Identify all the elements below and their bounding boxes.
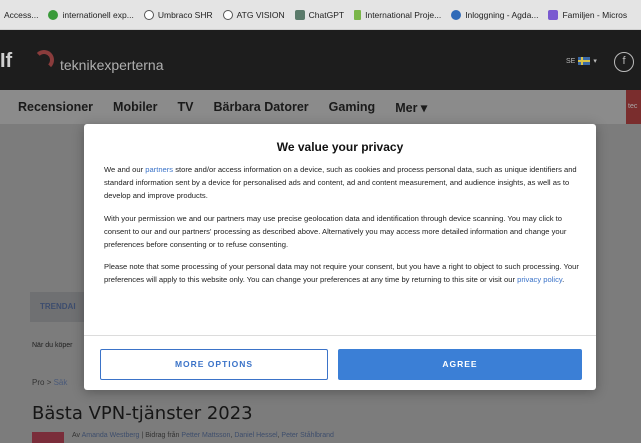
bookmark-international-proje[interactable]: International Proje... bbox=[354, 9, 442, 20]
chevron-down-icon: ▾ bbox=[593, 58, 597, 65]
bookmark-label: Access... bbox=[4, 9, 39, 20]
dialog-title: We value your privacy bbox=[276, 140, 404, 154]
consent-text: Please note that some processing of your… bbox=[104, 262, 579, 285]
globe-icon bbox=[143, 9, 154, 20]
breadcrumb: Pro > Säk bbox=[32, 378, 67, 387]
partners-link[interactable]: partners bbox=[145, 165, 173, 174]
consent-text: store and/or access information on a dev… bbox=[104, 165, 577, 200]
consent-text: . bbox=[562, 275, 565, 285]
privacy-consent-dialog: We value your privacy We and our partner… bbox=[84, 124, 596, 390]
bookmark-label: Familjen - Micros bbox=[562, 9, 628, 20]
bookmark-internationell-exp[interactable]: internationell exp... bbox=[48, 9, 134, 20]
globe-icon bbox=[222, 9, 233, 20]
bookmark-label: Inloggning - Agda... bbox=[465, 9, 539, 20]
trending-label[interactable]: TRENDAI bbox=[30, 292, 90, 322]
nav-item-barbara-datorer[interactable]: Bärbara Datorer bbox=[213, 100, 308, 114]
breadcrumb-separator: > bbox=[46, 378, 52, 387]
agree-button[interactable]: AGREE bbox=[338, 349, 582, 380]
facebook-icon[interactable]: f bbox=[614, 52, 634, 72]
site-logo-text[interactable]: teknikexperterna bbox=[60, 57, 164, 73]
bookmark-label: ChatGPT bbox=[308, 9, 345, 20]
bookmark-label: internationell exp... bbox=[62, 9, 134, 20]
bookmark-label: Umbraco SHR bbox=[157, 9, 213, 20]
byline-contrib-prefix: Bidrag från bbox=[145, 432, 180, 439]
key-icon bbox=[451, 9, 462, 20]
logo-signal-icon bbox=[34, 50, 54, 70]
main-nav: Recensioner Mobiler TV Bärbara Datorer G… bbox=[0, 90, 641, 124]
bookmark-atg-vision[interactable]: ATG VISION bbox=[222, 9, 285, 20]
site-header: If teknikexperterna SE ▾ f bbox=[0, 30, 641, 90]
bookmark-chatgpt[interactable]: ChatGPT bbox=[294, 9, 345, 20]
bookmark-access[interactable]: Access... bbox=[4, 10, 38, 20]
nav-item-mer[interactable]: Mer ▾ bbox=[395, 100, 427, 115]
nav-item-recensioner[interactable]: Recensioner bbox=[18, 100, 93, 114]
consent-paragraph-2: With your permission we and our partners… bbox=[104, 213, 567, 249]
bookmark-familjen-micros[interactable]: Familjen - Micros bbox=[548, 9, 628, 20]
flag-icon bbox=[354, 9, 362, 20]
bookmark-label: International Proje... bbox=[365, 9, 442, 20]
nav-item-mobiler[interactable]: Mobiler bbox=[113, 100, 157, 114]
dialog-divider bbox=[84, 335, 596, 336]
language-code: SE bbox=[566, 57, 576, 65]
dialog-body: We and our partners store and/or access … bbox=[104, 164, 582, 297]
byline-contributor[interactable]: Peter Ståhlbrand bbox=[281, 432, 334, 439]
article-byline: Av Amanda Westberg | Bidrag från Petter … bbox=[72, 432, 334, 439]
byline-prefix: Av bbox=[72, 432, 81, 439]
breadcrumb-home[interactable]: Pro bbox=[32, 378, 44, 387]
nav-right-tab[interactable]: tec bbox=[626, 90, 641, 124]
breadcrumb-next[interactable]: Säk bbox=[54, 378, 68, 387]
bookmarks-bar: Access... internationell exp... Umbraco … bbox=[0, 0, 641, 30]
teaser-text: När du köper bbox=[32, 342, 73, 349]
nav-item-gaming[interactable]: Gaming bbox=[329, 100, 376, 114]
bookmark-inloggning-agda[interactable]: Inloggning - Agda... bbox=[451, 9, 539, 20]
swedish-flag-icon bbox=[578, 57, 591, 65]
byline-contributor[interactable]: Petter Mattsson bbox=[181, 432, 230, 439]
article-title: Bästa VPN-tjänster 2023 bbox=[32, 403, 253, 424]
category-tag bbox=[32, 432, 64, 443]
language-selector[interactable]: SE ▾ bbox=[566, 57, 597, 65]
bookmark-umbraco-shr[interactable]: Umbraco SHR bbox=[143, 9, 213, 20]
byline-separator: | bbox=[141, 432, 144, 439]
teams-icon bbox=[548, 9, 559, 20]
consent-paragraph-3: Please note that some processing of your… bbox=[104, 261, 582, 287]
more-options-button[interactable]: MORE OPTIONS bbox=[100, 349, 328, 380]
byline-author[interactable]: Amanda Westberg bbox=[82, 432, 140, 439]
byline-contributor[interactable]: Daniel Hessel bbox=[234, 432, 277, 439]
privacy-policy-link[interactable]: privacy policy bbox=[517, 275, 562, 284]
consent-text: We and our bbox=[104, 165, 146, 174]
nav-item-tv[interactable]: TV bbox=[177, 100, 193, 114]
chat-icon bbox=[294, 9, 305, 20]
consent-paragraph-1: We and our partners store and/or access … bbox=[104, 164, 582, 203]
bookmark-label: ATG VISION bbox=[236, 9, 285, 20]
leaf-icon bbox=[48, 9, 59, 20]
logo-mark[interactable]: If bbox=[0, 50, 12, 73]
